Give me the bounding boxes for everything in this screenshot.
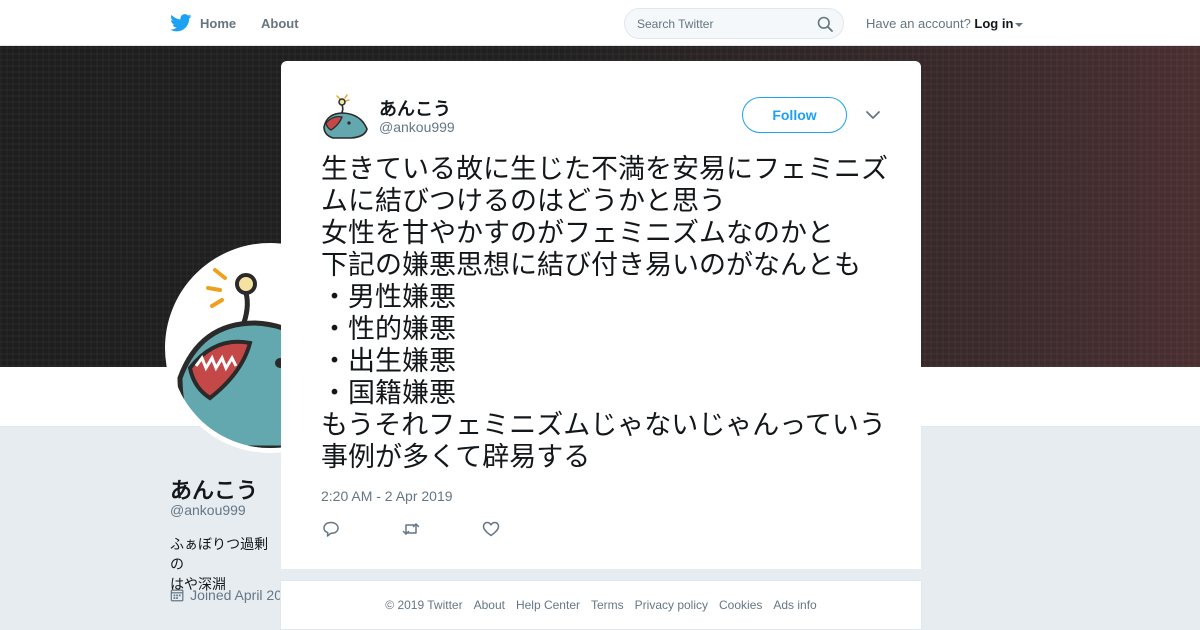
author-name[interactable]: あんこう (379, 95, 451, 121)
footer-link-privacy[interactable]: Privacy policy (635, 598, 708, 612)
author-avatar[interactable] (321, 93, 369, 141)
like-icon[interactable] (481, 519, 501, 539)
tweet-text: 生きている故に生じた不満を安易にフェミニズムに結びつけるのはどうかと思う 女性を… (321, 154, 888, 472)
footer-link-ads-info[interactable]: Ads info (773, 598, 816, 612)
footer-link-cookies[interactable]: Cookies (719, 598, 762, 612)
follow-button[interactable]: Follow (742, 97, 847, 133)
chevron-down-icon[interactable] (865, 109, 881, 121)
site-footer: © 2019 Twitter About Help Center Terms P… (280, 580, 922, 630)
footer-copyright: © 2019 Twitter (385, 598, 463, 612)
author-handle[interactable]: @ankou999 (379, 119, 455, 135)
tweet-modal: あんこう @ankou999 Follow 生きている故に生じた不満を安易にフェ… (281, 61, 921, 569)
reply-icon[interactable] (321, 519, 341, 539)
retweet-icon[interactable] (401, 519, 421, 539)
footer-link-about[interactable]: About (474, 598, 505, 612)
close-icon[interactable] (1155, 13, 1177, 35)
footer-link-terms[interactable]: Terms (591, 598, 624, 612)
tweet-timestamp[interactable]: 2:20 AM - 2 Apr 2019 (321, 488, 453, 504)
footer-link-help-center[interactable]: Help Center (516, 598, 580, 612)
